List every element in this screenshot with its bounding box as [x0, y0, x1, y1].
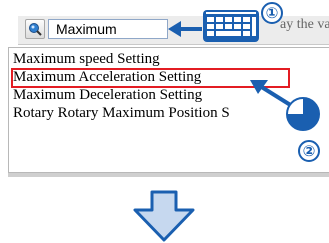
- step-two-badge: ②: [298, 140, 320, 162]
- keyboard-icon[interactable]: [201, 8, 261, 44]
- list-item[interactable]: Maximum Deceleration Setting: [13, 87, 202, 104]
- search-input[interactable]: [48, 19, 168, 39]
- list-item[interactable]: Rotary Rotary Maximum Position S: [13, 105, 230, 122]
- search-icon: [29, 23, 42, 36]
- touch-icon: [286, 97, 320, 131]
- arrow-down-icon: [133, 190, 195, 242]
- search-button[interactable]: [25, 19, 45, 39]
- hint-text: ay the va: [280, 17, 329, 32]
- result-list: Maximum speed Setting Maximum Accelerati…: [8, 47, 329, 173]
- arrow-left-icon: [168, 21, 202, 37]
- list-item[interactable]: Maximum speed Setting: [13, 51, 160, 68]
- divider: [8, 173, 329, 177]
